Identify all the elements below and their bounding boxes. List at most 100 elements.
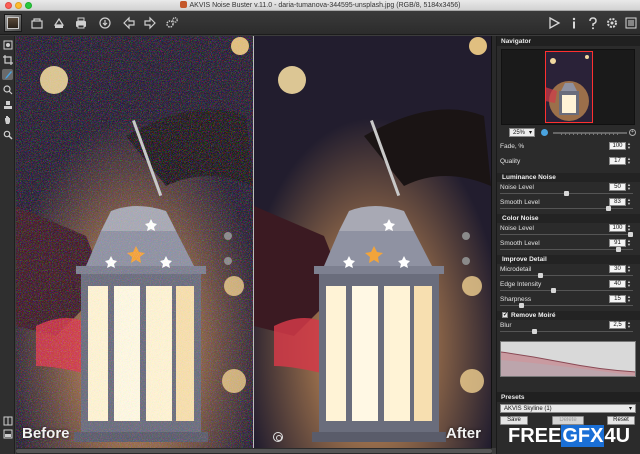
settings-panel: Navigator 25% + Fade, % 100 ▲▼ Quality 1… bbox=[496, 36, 640, 454]
undo-arrow-icon[interactable] bbox=[120, 14, 138, 32]
param-fade: Fade, % 100 ▲ ▼ bbox=[497, 142, 640, 156]
remove-moire-checkbox[interactable] bbox=[502, 311, 508, 318]
edge-intensity-slider[interactable] bbox=[500, 290, 633, 291]
horizontal-scrollbar[interactable] bbox=[16, 448, 492, 454]
microdetail-knob[interactable] bbox=[538, 273, 544, 278]
edge-intensity-spinner-icon[interactable]: ▲ ▼ bbox=[627, 280, 633, 288]
col-noise-level-spinner-icon[interactable]: ▲ ▼ bbox=[627, 224, 633, 232]
split-view-icon[interactable] bbox=[2, 415, 13, 426]
blur-knob[interactable] bbox=[532, 329, 537, 334]
zoom-select[interactable]: 25% bbox=[509, 128, 535, 137]
lum-smooth-level-spinner-icon[interactable]: ▲ ▼ bbox=[627, 198, 633, 206]
lum-smooth-level-knob[interactable] bbox=[606, 206, 612, 211]
edge-intensity-knob[interactable] bbox=[551, 288, 557, 293]
sharpness-knob[interactable] bbox=[519, 303, 525, 308]
after-label: After bbox=[445, 425, 481, 442]
luminance-noise-header[interactable]: Luminance Noise bbox=[497, 173, 640, 182]
microdetail-field[interactable]: 30 bbox=[609, 265, 626, 273]
lum-smooth-level-label: Smooth Level bbox=[500, 199, 540, 206]
image-canvas[interactable]: Before After bbox=[16, 36, 492, 448]
col-noise-level-knob[interactable] bbox=[628, 232, 633, 237]
microdetail-slider[interactable] bbox=[500, 275, 633, 276]
noise-curve-graph[interactable] bbox=[500, 341, 636, 377]
col-noise-level-slider[interactable] bbox=[500, 234, 633, 235]
param-edge-intensity: Edge Intensity 40 ▲ ▼ bbox=[497, 280, 640, 294]
watermark-logo: FREEGFX4U bbox=[508, 425, 631, 447]
lum-smooth-level-field[interactable]: 83 bbox=[609, 198, 626, 206]
single-view-icon[interactable] bbox=[2, 428, 13, 439]
edge-intensity-label: Edge Intensity bbox=[500, 281, 542, 288]
lantern-photo-after bbox=[254, 36, 491, 448]
fade-spinner-icon[interactable]: ▲ ▼ bbox=[627, 142, 633, 150]
remove-moire-header[interactable]: Remove Moiré bbox=[497, 311, 640, 320]
blur-slider[interactable] bbox=[500, 331, 633, 332]
presets-list-icon[interactable] bbox=[622, 14, 640, 32]
col-smooth-level-slider[interactable] bbox=[500, 249, 633, 250]
delete-preset-button[interactable]: Delete bbox=[552, 416, 584, 425]
lum-noise-level-field[interactable]: 50 bbox=[609, 183, 626, 191]
fade-label: Fade, % bbox=[500, 143, 525, 150]
crop-tool-icon[interactable] bbox=[2, 54, 13, 65]
quality-value-field[interactable]: 17 bbox=[609, 157, 626, 165]
share-icon[interactable] bbox=[96, 14, 114, 32]
window-title: AKVIS Noise Buster v.11.0 - daria-tumano… bbox=[189, 2, 461, 9]
param-lum-noise-level: Noise Level 50 ▲ ▼ bbox=[497, 183, 640, 197]
lum-noise-level-spinner-icon[interactable]: ▲ ▼ bbox=[627, 183, 633, 191]
info-icon[interactable] bbox=[565, 14, 583, 32]
zoom-out-knob[interactable] bbox=[541, 129, 548, 136]
reset-preset-button[interactable]: Reset bbox=[607, 416, 635, 425]
color-noise-header[interactable]: Color Noise bbox=[497, 214, 640, 223]
fade-value-field[interactable]: 100 bbox=[609, 142, 626, 150]
navigator-view-frame[interactable] bbox=[545, 51, 593, 123]
param-lum-smooth-level: Smooth Level 83 ▲ ▼ bbox=[497, 198, 640, 212]
microdetail-spinner-icon[interactable]: ▲ ▼ bbox=[627, 265, 633, 273]
lantern-photo-before bbox=[16, 36, 253, 448]
zoom-in-icon[interactable]: + bbox=[629, 129, 636, 136]
col-noise-level-label: Noise Level bbox=[500, 225, 534, 232]
quality-spinner-icon[interactable]: ▲ ▼ bbox=[627, 157, 633, 165]
blur-spinner-icon[interactable]: ▲ ▼ bbox=[627, 321, 633, 329]
col-smooth-level-spinner-icon[interactable]: ▲ ▼ bbox=[627, 239, 633, 247]
brush-tool-icon[interactable] bbox=[2, 69, 13, 80]
param-col-smooth-level: Smooth Level 91 ▲ ▼ bbox=[497, 239, 640, 253]
presets-header: Presets bbox=[497, 392, 640, 402]
save-preset-button[interactable]: Save bbox=[500, 416, 528, 425]
image-thumbnail-icon[interactable] bbox=[4, 14, 22, 32]
after-pane[interactable]: After bbox=[254, 36, 491, 448]
navigator-preview[interactable] bbox=[501, 49, 635, 125]
lum-noise-level-knob[interactable] bbox=[564, 191, 569, 196]
print-icon[interactable] bbox=[72, 14, 90, 32]
stamp-tool-icon[interactable] bbox=[2, 99, 13, 110]
col-smooth-level-knob[interactable] bbox=[616, 247, 622, 252]
navigator-header: Navigator bbox=[497, 36, 640, 46]
before-pane[interactable]: Before bbox=[16, 36, 253, 448]
hand-tool-icon[interactable] bbox=[2, 114, 13, 125]
redo-arrow-icon[interactable] bbox=[141, 14, 159, 32]
settings-gears-icon[interactable] bbox=[163, 14, 181, 32]
lum-smooth-level-slider[interactable] bbox=[500, 208, 633, 209]
sharpness-label: Sharpness bbox=[500, 296, 532, 303]
eraser-tool-icon[interactable] bbox=[2, 84, 13, 95]
blur-field[interactable]: 2,5 bbox=[609, 321, 626, 329]
open-file-icon[interactable] bbox=[28, 14, 46, 32]
zoom-pan-tool-icon[interactable] bbox=[2, 39, 13, 50]
improve-detail-header[interactable]: Improve Detail bbox=[497, 255, 640, 264]
magnifier-tool-icon[interactable] bbox=[2, 129, 13, 140]
help-icon[interactable] bbox=[584, 14, 602, 32]
param-microdetail: Microdetail 30 ▲ ▼ bbox=[497, 265, 640, 279]
preferences-gear-icon[interactable] bbox=[603, 14, 621, 32]
col-noise-level-field[interactable]: 100 bbox=[609, 224, 626, 232]
run-play-icon[interactable] bbox=[545, 14, 563, 32]
compare-target-icon[interactable] bbox=[273, 432, 283, 442]
sharpness-field[interactable]: 15 bbox=[609, 295, 626, 303]
save-file-icon[interactable] bbox=[50, 14, 68, 32]
main-toolbar bbox=[0, 11, 640, 35]
col-smooth-level-field[interactable]: 91 bbox=[609, 239, 626, 247]
sharpness-spinner-icon[interactable]: ▲ ▼ bbox=[627, 295, 633, 303]
param-quality: Quality 17 ▲ ▼ bbox=[497, 157, 640, 171]
preset-select[interactable]: AKVIS Skyline (1) bbox=[500, 404, 636, 413]
zoom-slider[interactable] bbox=[553, 132, 627, 135]
edge-intensity-field[interactable]: 40 bbox=[609, 280, 626, 288]
param-sharpness: Sharpness 15 ▲ ▼ bbox=[497, 295, 640, 309]
zoom-controls: 25% + bbox=[501, 128, 637, 138]
